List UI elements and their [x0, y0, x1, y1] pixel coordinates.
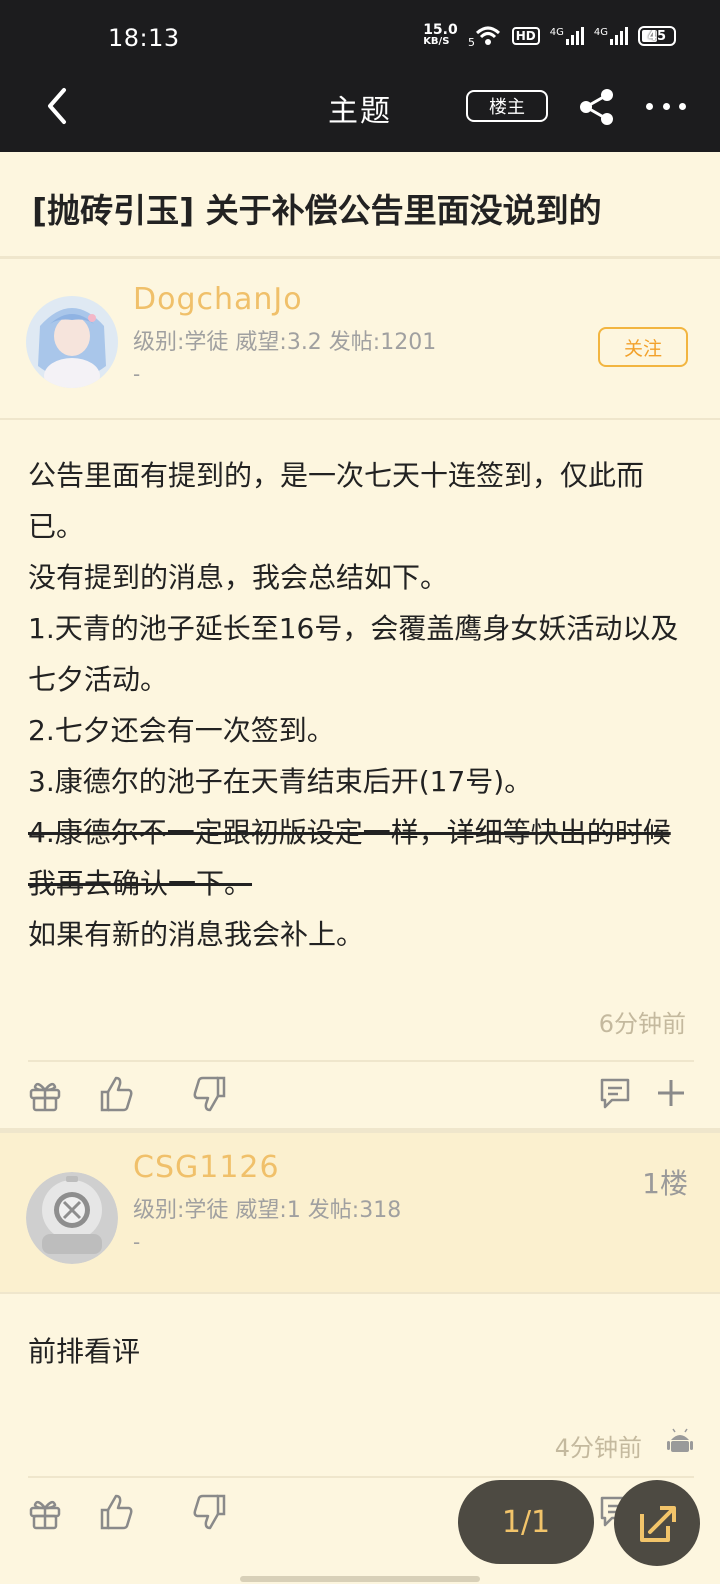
status-time: 18:13: [108, 24, 180, 52]
divider: [0, 256, 720, 259]
hd-icon: HD: [511, 27, 540, 45]
post-line-struck: 4.康德尔不一定跟初版设定一样，详细等快出的时候我再去确认一下。: [28, 816, 671, 900]
home-indicator[interactable]: [240, 1576, 480, 1582]
network-speed: 15.0 KB/S: [423, 22, 458, 47]
post-line: 公告里面有提到的，是一次七天十连签到，仅此而已。: [28, 459, 645, 543]
gift-icon[interactable]: [28, 1496, 62, 1530]
like-icon[interactable]: [98, 1074, 134, 1114]
battery-icon: 45: [638, 26, 676, 46]
post-line: 1.天青的池子延长至16号，会覆盖鹰身女妖活动以及七夕活动。: [28, 612, 679, 696]
post-line: 如果有新的消息我会补上。: [28, 918, 365, 951]
author-meta: 级别:学徒 威望:3.2 发帖:1201: [133, 330, 437, 355]
reply-line: 前排看评: [28, 1335, 141, 1368]
divider: [28, 1476, 694, 1478]
author-name[interactable]: DogchanJo: [133, 282, 303, 317]
comment-icon[interactable]: [598, 1076, 632, 1110]
divider: [0, 1128, 720, 1133]
android-icon: [667, 1428, 693, 1452]
page-indicator-button[interactable]: 1/1: [458, 1480, 594, 1564]
thread-title: [抛砖引玉] 关于补偿公告里面没说到的: [32, 191, 602, 230]
share-icon[interactable]: [578, 88, 616, 126]
top-bar: 18:13 15.0 KB/S 5 HD 4G 4G 45 主题 楼主: [0, 0, 720, 152]
floor-number: 1楼: [642, 1167, 688, 1200]
divider: [28, 1060, 694, 1062]
follow-button[interactable]: 关注: [598, 327, 688, 367]
reply-timestamp: 4分钟前: [554, 1434, 642, 1462]
post-line: 没有提到的消息，我会总结如下。: [28, 561, 449, 594]
owner-only-button[interactable]: 楼主: [466, 90, 548, 122]
author-name[interactable]: CSG1126: [133, 1150, 280, 1185]
avatar[interactable]: [26, 296, 118, 388]
reply-body: 前排看评: [28, 1326, 694, 1377]
divider: [0, 418, 720, 420]
author-extra: -: [133, 362, 141, 386]
dislike-icon[interactable]: [192, 1074, 228, 1114]
edit-icon: [640, 1506, 676, 1542]
avatar[interactable]: [26, 1172, 118, 1264]
svg-text:5: 5: [468, 36, 475, 48]
post-line: 3.康德尔的池子在天青结束后开(17号)。: [28, 765, 533, 798]
add-icon[interactable]: [656, 1078, 686, 1108]
signal-icon-2: 4G: [594, 27, 628, 45]
like-icon[interactable]: [98, 1492, 134, 1532]
more-icon[interactable]: [646, 94, 686, 118]
dislike-icon[interactable]: [192, 1492, 228, 1532]
signal-icon-1: 4G: [550, 27, 584, 45]
author-extra: -: [133, 1230, 141, 1254]
status-icons: 15.0 KB/S 5 HD 4G 4G 45: [423, 22, 676, 48]
gift-icon[interactable]: [28, 1078, 62, 1112]
wifi-icon: 5: [468, 26, 500, 48]
post-timestamp: 6分钟前: [598, 1010, 686, 1038]
post-body: 公告里面有提到的，是一次七天十连签到，仅此而已。 没有提到的消息，我会总结如下。…: [28, 450, 694, 960]
compose-button[interactable]: [614, 1480, 700, 1566]
post-line: 2.七夕还会有一次签到。: [28, 714, 335, 747]
divider: [0, 1292, 720, 1294]
author-meta: 级别:学徒 威望:1 发帖:318: [133, 1198, 402, 1223]
